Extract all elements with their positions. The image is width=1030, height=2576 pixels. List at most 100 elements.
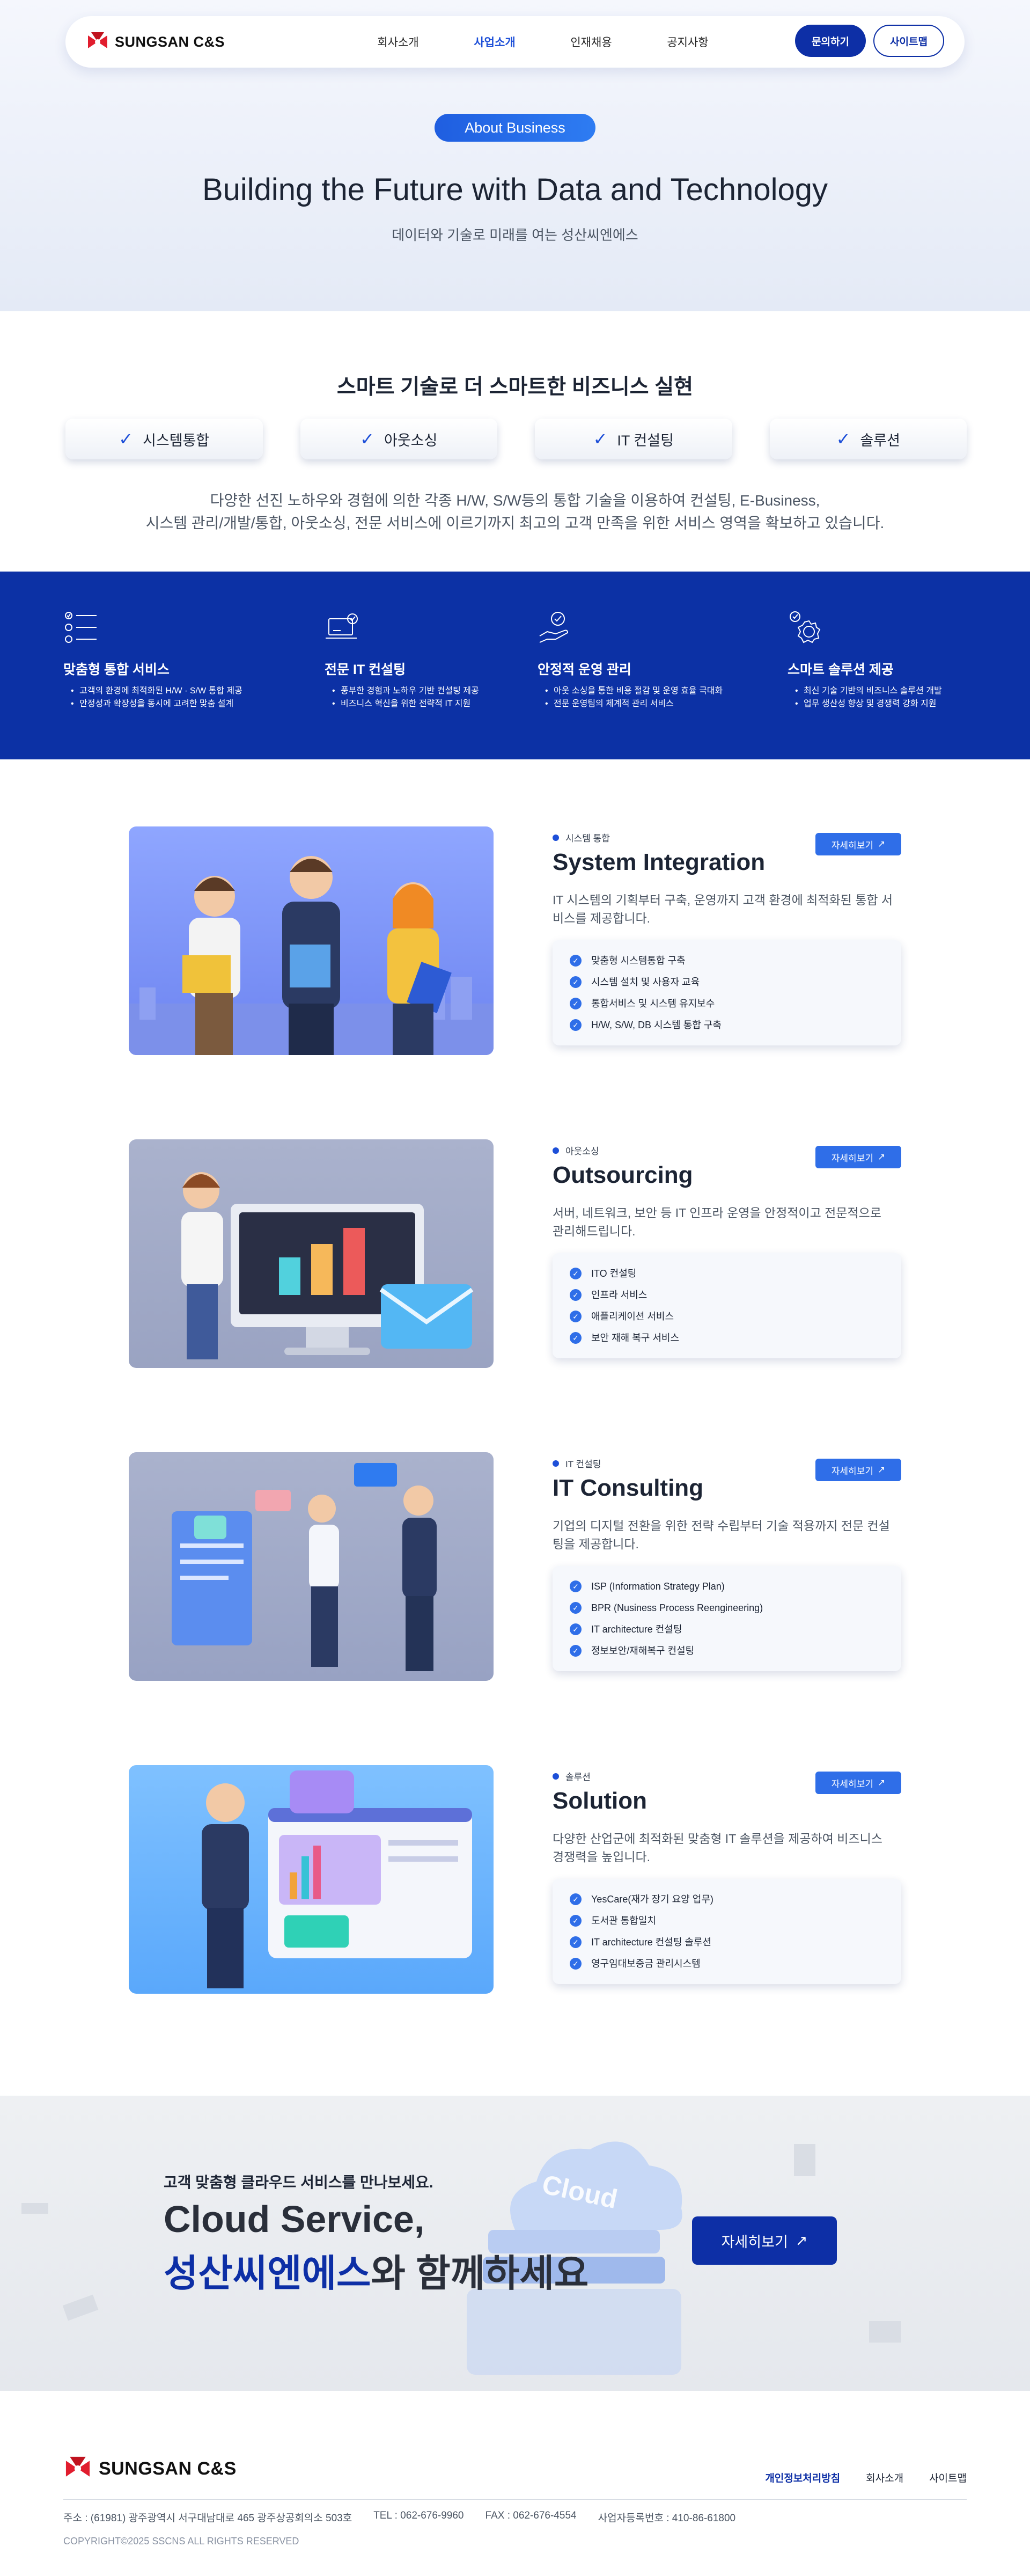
monitor-chart-icon	[181, 1172, 474, 1359]
service-feature-list: ✓ ISP (Information Strategy Plan) ✓ BPR (N…	[553, 1566, 901, 1671]
check-circle-icon: ✓	[570, 1936, 582, 1948]
feature-item: 고객의 환경에 최적화된 H/W · S/W 통합 제공	[63, 685, 289, 698]
chip-it-consulting: ✓ IT 컨설팅	[535, 419, 732, 459]
list-item: ✓ ITO 컨설팅	[570, 1263, 884, 1284]
cloud-more-button[interactable]: 자세히보기 ↗	[692, 2216, 837, 2265]
cloud-title-line2: 성산씨엔에스와 함께하세요	[164, 2243, 588, 2297]
feature-title: 안정적 운영 관리	[538, 662, 631, 677]
service-description: 다양한 산업군에 최적화된 맞춤형 IT 솔루션을 제공하여 비즈니스 경쟁력을…	[553, 1832, 882, 1864]
tag-label: 시스템 통합	[565, 833, 610, 844]
list-item-label: ISP (Information Strategy Plan)	[591, 1581, 725, 1592]
brand-name: SUNGSAN C&S	[115, 33, 225, 50]
check-circle-icon: ✓	[570, 1268, 582, 1279]
it-consulting-illustration	[129, 1452, 494, 1681]
list-item: ✓ IT architecture 컨설팅 솔루션	[570, 1931, 884, 1953]
check-circle-icon: ✓	[570, 998, 582, 1009]
feature-item: 비즈니스 혁신을 위한 전략적 IT 지원	[325, 698, 550, 711]
footer-tel: TEL : 062-676-9960	[373, 2510, 464, 2521]
check-icon: ✓	[119, 429, 134, 449]
list-item-label: 보안 재해 복구 서비스	[591, 1333, 680, 1343]
menu-item-business[interactable]: 사업소개	[446, 34, 543, 50]
check-circle-icon: ✓	[570, 1289, 582, 1301]
feature-smart-solution: 스마트 솔루션 제공 최신 기술 기반의 비즈니스 솔루션 개발업무 생산성 향…	[788, 609, 1013, 711]
tag-dot-icon	[553, 834, 559, 841]
tag-dot-icon	[553, 1773, 559, 1780]
main-menu: 회사소개 사업소개 인재채용 공지사항	[350, 16, 736, 68]
company-link[interactable]: 회사소개	[866, 2470, 903, 2485]
contact-button[interactable]: 문의하기	[795, 25, 866, 57]
service-description: 기업의 디지털 전환을 위한 전략 수립부터 기술 적용까지 전문 컨설팅을 제…	[553, 1519, 890, 1551]
feature-item: 아웃 소싱을 통한 비용 절감 및 운영 효율 극대화	[538, 685, 763, 698]
feature-stable-operation: 안정적 운영 관리 아웃 소싱을 통한 비용 절감 및 운영 효율 극대화전문 …	[538, 609, 763, 711]
tag-label: IT 컨설팅	[565, 1459, 601, 1469]
list-item-label: IT architecture 컨설팅 솔루션	[591, 1937, 712, 1948]
footer-address: 주소 : (61981) 광주광역시 서구대남대로 465 광주상공회의소 50…	[63, 2513, 352, 2524]
more-label: 자세히보기	[831, 840, 873, 851]
sitemap-button[interactable]: 사이트맵	[873, 25, 944, 57]
external-link-icon: ↗	[877, 1152, 886, 1162]
sitemap-link[interactable]: 사이트맵	[929, 2470, 967, 2485]
cloud-subtitle: 고객 맞춤형 클라우드 서비스를 만나보세요.	[164, 2174, 433, 2191]
brand-logo[interactable]: SUNGSAN C&S	[86, 30, 225, 54]
more-label: 자세히보기	[831, 1153, 873, 1163]
check-circle-icon: ✓	[570, 955, 582, 967]
cloud-button-label: 자세히보기	[721, 2234, 788, 2250]
service-chips: ✓ 시스템통합 ✓ 아웃소싱 ✓ IT 컨설팅 ✓ 솔루션	[65, 419, 967, 459]
menu-item-recruit[interactable]: 인재채용	[543, 34, 639, 50]
list-item-label: 인프라 서비스	[591, 1290, 648, 1300]
smart-description: 다양한 선진 노하우와 경험에 의한 각종 H/W, S/W등의 통합 기술을 …	[0, 489, 1030, 535]
privacy-policy-link[interactable]: 개인정보처리방침	[765, 2470, 840, 2485]
feature-title: 맞춤형 통합 서비스	[63, 662, 170, 677]
external-link-icon: ↗	[877, 1465, 886, 1475]
list-item: ✓ 도서관 통합일치	[570, 1910, 884, 1931]
dashboard-presenter-icon	[202, 1770, 472, 1988]
logo-mark-icon	[88, 32, 107, 48]
chip-solution: ✓ 솔루션	[769, 419, 967, 459]
more-button[interactable]: 자세히보기 ↗	[815, 833, 901, 855]
feature-item: 전문 운영팀의 체계적 관리 서비스	[538, 698, 763, 711]
feature-title: 전문 IT 컨설팅	[325, 662, 406, 677]
check-circle-icon: ✓	[570, 1311, 582, 1322]
chip-label: 아웃소싱	[384, 432, 438, 449]
external-link-icon: ↗	[877, 1777, 886, 1788]
check-circle-icon: ✓	[570, 1623, 582, 1635]
tag-dot-icon	[553, 1147, 559, 1154]
menu-item-notice[interactable]: 공지사항	[639, 34, 736, 50]
service-feature-list: ✓ ITO 컨설팅 ✓ 인프라 서비스 ✓ 애플리케이션 서비스 ✓ 보안 재해 복구 …	[553, 1253, 901, 1358]
service-description: IT 시스템의 기획부터 구축, 운영까지 고객 환경에 최적화된 통합 서비스…	[553, 893, 893, 925]
more-button[interactable]: 자세히보기 ↗	[815, 1146, 901, 1168]
service-tag: 시스템 통합	[553, 831, 610, 844]
cloud-title-highlight: 성산씨엔에스	[164, 2252, 371, 2294]
list-item: ✓ 맞춤형 시스템통합 구축	[570, 950, 884, 971]
footer-links: 개인정보처리방침 회사소개 사이트맵	[765, 2470, 967, 2485]
list-item-label: 애플리케이션 서비스	[591, 1311, 674, 1322]
more-button[interactable]: 자세히보기 ↗	[815, 1772, 901, 1794]
list-item: ✓ BPR (Nusiness Process Reengineering)	[570, 1597, 884, 1619]
service-title: IT Consulting	[553, 1475, 704, 1501]
chip-label: IT 컨설팅	[617, 432, 674, 449]
list-item: ✓ 애플리케이션 서비스	[570, 1306, 884, 1327]
desc-line: 다양한 선진 노하우와 경험에 의한 각종 H/W, S/W등의 통합 기술을 …	[210, 492, 820, 509]
check-circle-icon: ✓	[570, 1958, 582, 1970]
service-feature-list: ✓ YesCare(재가 장기 요양 업무) ✓ 도서관 통합일치 ✓ IT arch…	[553, 1879, 901, 1984]
footer-copyright: COPYRIGHT©2025 SSCNS ALL RIGHTS RESERVED	[63, 2536, 299, 2546]
service-title: Outsourcing	[553, 1162, 693, 1188]
service-feature-list: ✓ 맞춤형 시스템통합 구축 ✓ 시스템 설치 및 사용자 교육 ✓ 통합서비스 및 …	[553, 940, 901, 1045]
more-button[interactable]: 자세히보기 ↗	[815, 1459, 901, 1481]
footer: SUNGSAN C&S 개인정보처리방침 회사소개 사이트맵 주소 : (619…	[0, 2391, 1030, 2576]
menu-item-company[interactable]: 회사소개	[350, 34, 446, 50]
footer-fax: FAX : 062-676-4554	[485, 2510, 577, 2521]
footer-brand-name: SUNGSAN C&S	[99, 2458, 237, 2479]
external-link-icon: ↗	[877, 839, 886, 849]
list-item: ✓ YesCare(재가 장기 요양 업무)	[570, 1889, 884, 1910]
list-item-label: IT architecture 컨설팅	[591, 1624, 682, 1635]
footer-logo[interactable]: SUNGSAN C&S	[63, 2454, 237, 2483]
feature-custom-integration: 맞춤형 통합 서비스 고객의 환경에 최적화된 H/W · S/W 통합 제공안…	[63, 609, 289, 711]
chip-outsourcing: ✓ 아웃소싱	[300, 419, 497, 459]
check-circle-icon: ✓	[570, 1019, 582, 1031]
feature-it-consulting: 전문 IT 컨설팅 풍부한 경험과 노하우 기반 컨설팅 제공비즈니스 혁신을 …	[325, 609, 550, 711]
list-item-label: H/W, S/W, DB 시스템 통합 구축	[591, 1020, 722, 1030]
feature-title: 스마트 솔루션 제공	[788, 662, 894, 677]
footer-divider	[63, 2499, 967, 2500]
list-item: ✓ 인프라 서비스	[570, 1284, 884, 1306]
